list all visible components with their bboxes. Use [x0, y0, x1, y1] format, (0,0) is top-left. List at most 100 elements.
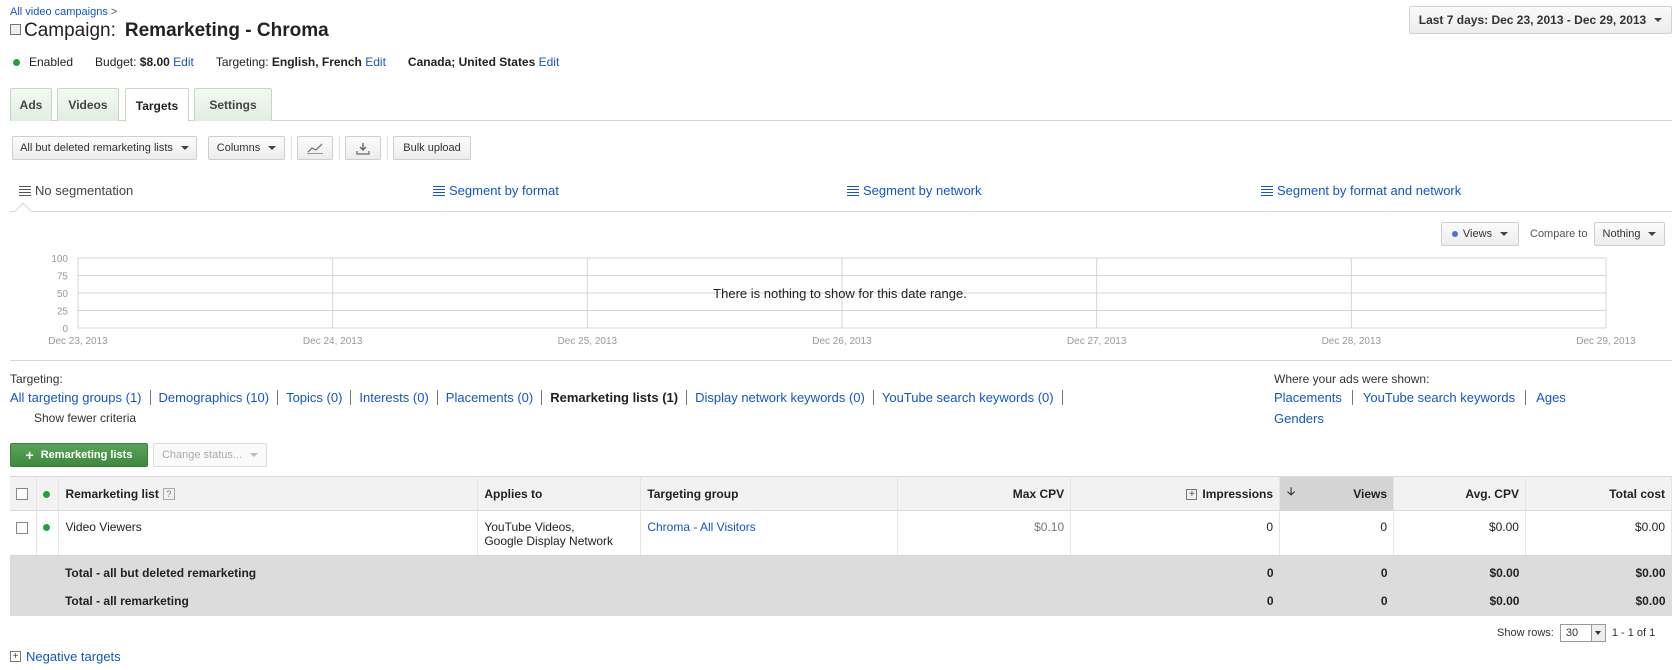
columns-label: Columns: [216, 142, 261, 154]
campaign-summary: Enabled Budget: $8.00 Edit Targeting: En…: [10, 55, 559, 69]
breadcrumb-link[interactable]: All video campaigns: [10, 6, 108, 18]
select-all-checkbox[interactable]: [16, 488, 28, 501]
targeting-link-all-groups[interactable]: All targeting groups (1): [10, 390, 142, 405]
show-rows-label: Show rows:: [1497, 627, 1554, 639]
date-range-label: Last 7 days: Dec 23, 2013 - Dec 29, 2013: [1418, 13, 1647, 27]
chart-toggle-button[interactable]: [297, 136, 333, 160]
where-link-genders[interactable]: Genders: [1274, 411, 1324, 426]
row-applies-to: YouTube Videos, Google Display Network: [477, 510, 642, 556]
remarketing-table: Remarketing list? Applies to Targeting g…: [10, 476, 1673, 616]
pagination: Show rows: 30 1 - 1 of 1: [1497, 624, 1655, 642]
edit-languages-link[interactable]: Edit: [365, 55, 386, 69]
tab-targets[interactable]: Targets: [125, 88, 189, 122]
breadcrumb-separator: >: [110, 6, 118, 18]
status-dot-icon: [43, 490, 51, 498]
targeting-link-demographics[interactable]: Demographics (10): [159, 390, 270, 405]
tab-videos[interactable]: Videos: [57, 88, 119, 121]
row-impressions: 0: [1070, 510, 1281, 556]
row-checkbox[interactable]: [16, 521, 28, 534]
chart-x-tick-label: Dec 23, 2013: [48, 336, 108, 347]
expand-icon: +: [10, 651, 21, 662]
targeting-group-link[interactable]: Chroma - All Visitors: [647, 520, 755, 534]
segment-by-format[interactable]: Segment by format: [433, 183, 559, 198]
where-shown-links: Placements YouTube search keywords Ages: [1274, 390, 1566, 405]
campaign-status[interactable]: Enabled: [29, 55, 73, 69]
totals-label: Total - all remarketing: [58, 585, 478, 616]
tab-ads[interactable]: Ads: [10, 88, 52, 121]
targeting-link-topics[interactable]: Topics (0): [286, 390, 342, 405]
table-row: Video Viewers YouTube Videos, Google Dis…: [10, 510, 1673, 556]
show-fewer-criteria[interactable]: Show fewer criteria: [34, 411, 136, 425]
header-applies-to[interactable]: Applies to: [477, 476, 642, 511]
status-header[interactable]: [36, 476, 60, 511]
download-icon: [356, 142, 370, 155]
targeting-link-placements[interactable]: Placements (0): [446, 390, 533, 405]
list-icon: [847, 185, 859, 196]
date-range-selector[interactable]: Last 7 days: Dec 23, 2013 - Dec 29, 2013: [1409, 6, 1672, 34]
rows-per-page-select[interactable]: 30: [1559, 624, 1606, 642]
header-total-cost[interactable]: Total cost: [1525, 476, 1673, 511]
expand-icon[interactable]: +: [1186, 488, 1198, 500]
where-link-ages[interactable]: Ages: [1536, 390, 1566, 405]
add-remarketing-lists-button[interactable]: + Remarketing lists: [10, 443, 148, 467]
list-icon: [1261, 185, 1273, 196]
compare-dropdown[interactable]: Nothing: [1594, 222, 1665, 246]
header-remarketing-list[interactable]: Remarketing list?: [58, 476, 479, 511]
totals-views: 0: [1279, 585, 1394, 616]
chart-x-tick-label: Dec 29, 2013: [1576, 336, 1636, 347]
chart-y-tick-label: 50: [57, 289, 69, 300]
targeting-section-label: Targeting:: [10, 372, 63, 386]
header-views[interactable]: 🡣 Views: [1279, 476, 1395, 511]
where-link-placements[interactable]: Placements: [1274, 390, 1342, 405]
header-targeting-group[interactable]: Targeting group: [640, 476, 899, 511]
chart-y-tick-label: 100: [51, 254, 68, 265]
segment-by-format-label: Segment by format: [449, 183, 559, 198]
chart-y-tick-label: 25: [57, 307, 69, 318]
tab-settings[interactable]: Settings: [194, 88, 272, 121]
totals-total-cost: $0.00: [1525, 555, 1672, 586]
table-header-row: Remarketing list? Applies to Targeting g…: [10, 476, 1673, 511]
edit-budget-link[interactable]: Edit: [173, 55, 194, 69]
series-color-icon: [1451, 231, 1458, 237]
chevron-down-icon: [1654, 18, 1663, 22]
download-button[interactable]: [345, 136, 381, 160]
segment-by-format-and-network[interactable]: Segment by format and network: [1261, 183, 1461, 198]
targeting-link-interests[interactable]: Interests (0): [359, 390, 428, 405]
sort-down-icon: 🡣: [1287, 486, 1295, 498]
campaign-icon: [10, 23, 21, 35]
where-shown-label: Where your ads were shown:: [1274, 372, 1430, 386]
chevron-down-icon: [1590, 625, 1605, 641]
metric-dropdown[interactable]: Views: [1441, 222, 1519, 246]
targeting-languages: English, French: [271, 55, 362, 69]
chevron-down-icon: [268, 146, 277, 150]
totals-total-cost: $0.00: [1525, 585, 1672, 616]
segment-divider: [10, 211, 1672, 212]
header-max-cpv[interactable]: Max CPV: [897, 476, 1072, 511]
bulk-upload-button[interactable]: Bulk upload: [393, 136, 471, 160]
help-icon[interactable]: ?: [162, 488, 175, 501]
negative-targets-link[interactable]: Negative targets: [26, 649, 121, 664]
chart-empty-message: There is nothing to show for this date r…: [713, 286, 967, 301]
where-link-youtube-keywords[interactable]: YouTube search keywords: [1363, 390, 1515, 405]
page-range: 1 - 1 of 1: [1611, 627, 1656, 639]
targeting-link-display-keywords[interactable]: Display network keywords (0): [695, 390, 865, 405]
header-avg-cpv[interactable]: Avg. CPV: [1393, 476, 1526, 511]
segment-none[interactable]: No segmentation: [19, 183, 133, 198]
status-dot-icon[interactable]: [43, 524, 51, 531]
targeting-links: All targeting groups (1) Demographics (1…: [10, 390, 1071, 405]
row-views: 0: [1279, 510, 1395, 556]
totals-row: Total - all remarketing 0 0 $0.00 $0.00: [10, 585, 1672, 616]
chevron-down-icon: [1500, 232, 1509, 236]
list-icon: [19, 185, 31, 196]
line-chart-icon: [307, 143, 323, 154]
negative-targets-toggle[interactable]: + Negative targets: [10, 649, 121, 664]
list-filter-dropdown[interactable]: All but deleted remarketing lists: [12, 136, 197, 160]
edit-locations-link[interactable]: Edit: [539, 55, 560, 69]
targeting-link-youtube-keywords[interactable]: YouTube search keywords (0): [882, 390, 1054, 405]
totals-avg-cpv: $0.00: [1393, 585, 1526, 616]
totals-label: Total - all but deleted remarketing: [58, 555, 478, 586]
segment-by-network[interactable]: Segment by network: [847, 183, 982, 198]
columns-dropdown[interactable]: Columns: [208, 136, 285, 160]
header-impressions[interactable]: + Impressions: [1070, 476, 1281, 511]
row-max-cpv[interactable]: $0.10: [897, 510, 1072, 556]
